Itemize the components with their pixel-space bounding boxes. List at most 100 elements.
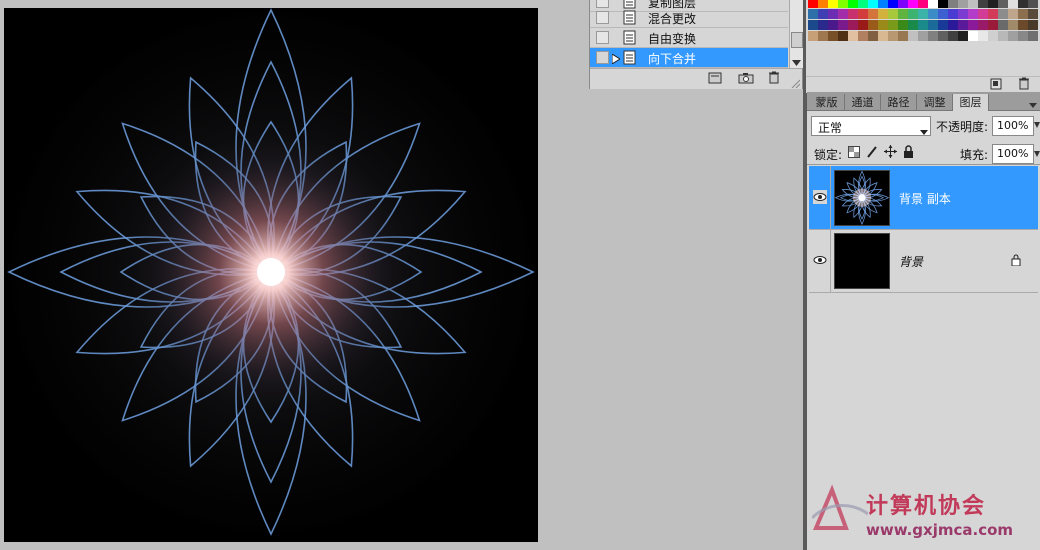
blend-mode-select[interactable]: 正常 — [811, 116, 931, 136]
color-swatch[interactable] — [958, 9, 968, 19]
color-swatch[interactable] — [828, 20, 838, 30]
color-swatch[interactable] — [998, 0, 1008, 8]
color-swatch[interactable] — [828, 0, 838, 8]
opacity-field[interactable]: 100% — [992, 116, 1034, 136]
history-snapshot-checkbox[interactable] — [596, 51, 609, 64]
color-swatch[interactable] — [938, 31, 948, 41]
color-swatch[interactable] — [838, 9, 848, 19]
history-scrollbar[interactable] — [789, 0, 803, 68]
color-swatch[interactable] — [878, 20, 888, 30]
color-swatch[interactable] — [1018, 20, 1028, 30]
color-swatch[interactable] — [808, 20, 818, 30]
tab-masks[interactable]: 蒙版 — [809, 94, 845, 111]
color-swatch[interactable] — [928, 31, 938, 41]
color-swatch[interactable] — [1018, 0, 1028, 8]
color-swatch[interactable] — [998, 31, 1008, 41]
color-swatch[interactable] — [938, 9, 948, 19]
opacity-slider-arrow-icon[interactable] — [1034, 118, 1040, 135]
color-swatch[interactable] — [908, 31, 918, 41]
color-swatch[interactable] — [808, 31, 818, 41]
color-swatch[interactable] — [868, 9, 878, 19]
color-swatch[interactable] — [948, 9, 958, 19]
color-swatch[interactable] — [828, 31, 838, 41]
color-swatch[interactable] — [848, 31, 858, 41]
tab-channels[interactable]: 通道 — [845, 94, 881, 111]
color-swatch[interactable] — [948, 20, 958, 30]
color-swatch[interactable] — [948, 0, 958, 8]
color-swatch[interactable] — [998, 20, 1008, 30]
color-swatch[interactable] — [808, 0, 818, 8]
fill-field[interactable]: 100% — [992, 144, 1034, 164]
color-swatch[interactable] — [1008, 31, 1018, 41]
lock-position-move-icon[interactable] — [884, 145, 897, 161]
color-swatch[interactable] — [1028, 31, 1038, 41]
color-swatch[interactable] — [1028, 20, 1038, 30]
color-swatch[interactable] — [918, 20, 928, 30]
color-swatch[interactable] — [848, 0, 858, 8]
color-swatch[interactable] — [898, 20, 908, 30]
panel-menu-icon[interactable] — [1029, 98, 1037, 112]
color-swatch[interactable] — [958, 20, 968, 30]
color-swatch[interactable] — [968, 9, 978, 19]
fill-slider-arrow-icon[interactable] — [1034, 147, 1040, 164]
color-swatch[interactable] — [868, 0, 878, 8]
color-swatch[interactable] — [928, 20, 938, 30]
color-swatch[interactable] — [1008, 0, 1018, 8]
color-swatch[interactable] — [938, 20, 948, 30]
color-swatch[interactable] — [878, 0, 888, 8]
color-swatch[interactable] — [858, 0, 868, 8]
camera-snapshot-icon[interactable] — [738, 72, 754, 87]
color-swatch[interactable] — [898, 9, 908, 19]
color-swatch[interactable] — [818, 0, 828, 8]
color-swatch[interactable] — [838, 0, 848, 8]
history-snapshot-checkbox[interactable] — [596, 0, 609, 8]
history-item[interactable]: 混合更改 — [590, 8, 788, 28]
history-snapshot-checkbox[interactable] — [596, 31, 609, 44]
color-swatch[interactable] — [838, 20, 848, 30]
color-swatch[interactable] — [838, 31, 848, 41]
color-swatch[interactable] — [888, 31, 898, 41]
color-swatch[interactable] — [918, 9, 928, 19]
color-swatch[interactable] — [928, 9, 938, 19]
color-swatch[interactable] — [908, 9, 918, 19]
color-swatch[interactable] — [818, 20, 828, 30]
history-item-selected[interactable]: 向下合并 — [590, 48, 788, 68]
lock-transparent-pixels-icon[interactable] — [848, 146, 860, 161]
color-swatch[interactable] — [1028, 0, 1038, 8]
tab-adjustments[interactable]: 调整 — [917, 94, 953, 111]
color-swatch[interactable] — [938, 0, 948, 8]
layer-row-background[interactable]: 背景 — [809, 229, 1038, 293]
color-swatch[interactable] — [858, 9, 868, 19]
color-swatch[interactable] — [968, 0, 978, 8]
lock-all-padlock-icon[interactable] — [903, 145, 914, 161]
color-swatch[interactable] — [998, 9, 1008, 19]
color-swatch[interactable] — [878, 9, 888, 19]
color-swatch[interactable] — [948, 31, 958, 41]
color-swatch[interactable] — [988, 0, 998, 8]
scroll-down-arrow-icon[interactable] — [792, 55, 801, 69]
color-swatch[interactable] — [1028, 9, 1038, 19]
color-swatch[interactable] — [888, 20, 898, 30]
color-swatch[interactable] — [978, 31, 988, 41]
color-swatch[interactable] — [808, 9, 818, 19]
tab-layers[interactable]: 图层 — [953, 94, 989, 111]
color-swatch[interactable] — [1008, 9, 1018, 19]
color-swatch[interactable] — [978, 20, 988, 30]
color-swatch[interactable] — [908, 0, 918, 8]
color-swatch[interactable] — [968, 31, 978, 41]
history-item[interactable]: 自由变换 — [590, 28, 788, 48]
color-swatch[interactable] — [888, 9, 898, 19]
color-swatch[interactable] — [858, 20, 868, 30]
eye-visibility-icon[interactable] — [813, 253, 827, 267]
color-swatch[interactable] — [978, 0, 988, 8]
color-swatch[interactable] — [888, 0, 898, 8]
color-swatch[interactable] — [968, 20, 978, 30]
color-swatch[interactable] — [988, 20, 998, 30]
resize-grip-icon[interactable] — [790, 77, 801, 91]
color-swatch[interactable] — [1008, 20, 1018, 30]
new-document-from-state-icon[interactable] — [708, 72, 722, 87]
color-swatch[interactable] — [868, 20, 878, 30]
scrollbar-thumb[interactable] — [791, 32, 803, 48]
history-snapshot-checkbox[interactable] — [596, 11, 609, 24]
color-swatch[interactable] — [1018, 9, 1028, 19]
